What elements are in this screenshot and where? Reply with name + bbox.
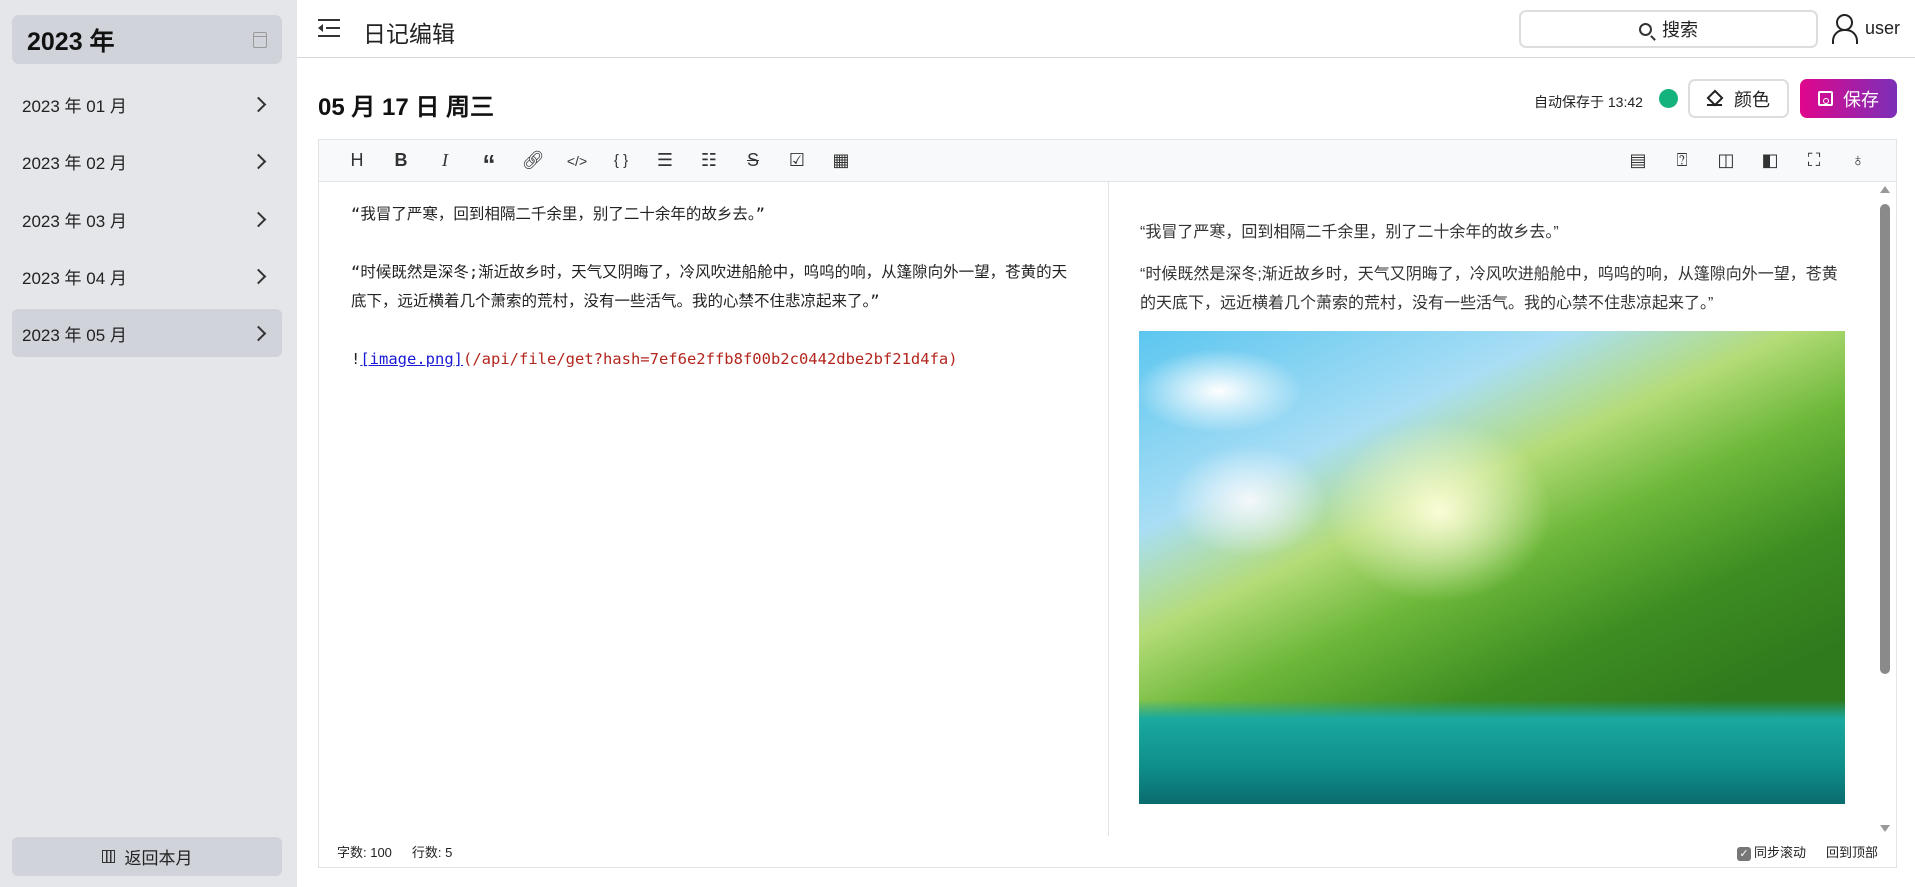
editor-line: “时候既然是深冬;渐近故乡时，天气又阴晦了，冷风吹进船舱中，呜呜的响，从篷隙向外…: [351, 263, 1068, 310]
menu-collapse-icon[interactable]: [318, 19, 340, 37]
editor-input[interactable]: “我冒了严寒，回到相隔二千余里，别了二十余年的故乡去。” “时候既然是深冬;渐近…: [319, 182, 1109, 836]
editor-line: “我冒了严寒，回到相隔二千余里，别了二十余年的故乡去。”: [351, 205, 765, 223]
page-title: 日记编辑: [363, 21, 455, 47]
unordered-list-icon[interactable]: ☰: [643, 146, 687, 176]
diary-date: 05 月 17 日 周三: [318, 94, 495, 121]
quote-icon[interactable]: “: [467, 146, 511, 179]
month-label: 2023 年 03 月: [22, 211, 127, 231]
month-label: 2023 年 01 月: [22, 96, 127, 116]
preview-paragraph: “时候既然是深冬;渐近故乡时，天气又阴晦了，冷风吹进船舱中，呜呜的响，从篷隙向外…: [1140, 266, 1838, 312]
back-to-top-link[interactable]: 回到顶部: [1826, 842, 1878, 861]
help-icon[interactable]: ⍰: [1660, 146, 1704, 176]
autosave-status: 自动保存于 13:42: [1534, 94, 1643, 110]
paint-bucket-icon: [1707, 91, 1722, 106]
italic-icon[interactable]: I: [423, 146, 467, 176]
strikethrough-icon[interactable]: S: [731, 146, 775, 176]
chevron-right-icon: [250, 325, 267, 341]
line-count: 行数: 5: [411, 845, 453, 860]
editor-footer: 字数: 100 行数: 5 ✓ 同步滚动 回到顶部: [319, 836, 1896, 867]
save-label: 保存: [1843, 89, 1879, 110]
table-icon[interactable]: ▦: [819, 146, 863, 176]
chevron-right-icon: [250, 268, 267, 284]
preview-pane: “我冒了严寒，回到相隔二千余里，别了二十余年的故乡去。” “时候既然是深冬;渐近…: [1110, 182, 1896, 836]
save-button[interactable]: 保存: [1800, 79, 1897, 118]
chevron-right-icon: [250, 96, 267, 112]
chevron-right-icon: [250, 153, 267, 169]
username: user: [1865, 17, 1901, 38]
bold-icon[interactable]: B: [379, 146, 423, 176]
top-bar: 日记编辑 搜索 user: [297, 0, 1915, 58]
month-label: 2023 年 05 月: [22, 325, 127, 345]
task-list-icon[interactable]: ☑: [775, 146, 819, 176]
chevron-right-icon: [250, 211, 267, 227]
scroll-down-arrow[interactable]: [1880, 825, 1890, 832]
grid-icon: [101, 850, 115, 863]
back-label: 返回本月: [124, 849, 193, 868]
editor-only-icon[interactable]: ◧: [1748, 146, 1792, 176]
preview-scrollbar[interactable]: [1880, 186, 1890, 832]
color-button[interactable]: 颜色: [1688, 79, 1789, 118]
md-image-text: [image.png]: [360, 350, 463, 368]
year-label: 2023 年: [27, 27, 115, 56]
sidebar-month-05[interactable]: 2023 年 05 月: [12, 309, 282, 357]
word-count: 字数: 100: [337, 845, 392, 860]
md-bang: !: [351, 350, 361, 368]
scroll-up-arrow[interactable]: [1880, 186, 1890, 193]
sidebar-month-04[interactable]: 2023 年 04 月: [12, 252, 282, 300]
status-dot: [1659, 89, 1678, 108]
sidebar-month-01[interactable]: 2023 年 01 月: [12, 80, 282, 128]
md-image-url: (/api/file/get?hash=7ef6e2ffb8f00b2c0442…: [463, 350, 958, 368]
link-icon[interactable]: 🔗︎: [511, 146, 555, 176]
fullscreen-icon[interactable]: ⛶: [1792, 146, 1836, 176]
search-label: 搜索: [1662, 20, 1698, 40]
search-button[interactable]: 搜索: [1519, 10, 1818, 48]
save-icon: [1818, 91, 1833, 106]
heading-icon[interactable]: H: [335, 146, 379, 176]
month-label: 2023 年 04 月: [22, 268, 127, 288]
code-icon[interactable]: </>: [555, 146, 599, 176]
markdown-editor: H B I “ 🔗︎ </> { } ☰ ☷ S ☑ ▦ ▤ ⍰ ◫ ◧ ⛶ ♁…: [318, 139, 1897, 868]
sync-scroll-toggle[interactable]: ✓ 同步滚动: [1736, 842, 1806, 861]
calendar-icon[interactable]: [253, 31, 267, 48]
back-to-current-month-button[interactable]: 返回本月: [12, 837, 282, 876]
editor-toolbar: H B I “ 🔗︎ </> { } ☰ ☷ S ☑ ▦ ▤ ⍰ ◫ ◧ ⛶ ♁: [319, 140, 1896, 182]
user-menu[interactable]: user: [1831, 14, 1901, 44]
year-header[interactable]: 2023 年: [12, 15, 282, 64]
github-icon[interactable]: ♁: [1836, 146, 1880, 176]
sidebar: 2023 年 2023 年 01 月 2023 年 02 月 2023 年 03…: [0, 0, 297, 887]
contents-icon[interactable]: ▤: [1616, 146, 1660, 176]
sidebar-month-03[interactable]: 2023 年 03 月: [12, 195, 282, 243]
month-label: 2023 年 02 月: [22, 153, 127, 173]
preview-paragraph: “我冒了严寒，回到相隔二千余里，别了二十余年的故乡去。”: [1140, 224, 1559, 241]
scrollbar-thumb[interactable]: [1880, 204, 1890, 674]
ordered-list-icon[interactable]: ☷: [687, 146, 731, 176]
code-block-icon[interactable]: { }: [599, 146, 643, 176]
sync-scroll-label: 同步滚动: [1753, 845, 1806, 860]
editor-image-line: ![image.png](/api/file/get?hash=7ef6e2ff…: [351, 345, 1076, 374]
color-label: 颜色: [1734, 89, 1770, 110]
forest-lake-image: [1139, 331, 1845, 804]
checkbox-checked-icon[interactable]: ✓: [1736, 846, 1751, 861]
sidebar-month-02[interactable]: 2023 年 02 月: [12, 137, 282, 185]
search-icon: [1639, 22, 1652, 36]
preview-only-icon[interactable]: ◫: [1704, 146, 1748, 176]
user-icon: [1831, 14, 1858, 44]
